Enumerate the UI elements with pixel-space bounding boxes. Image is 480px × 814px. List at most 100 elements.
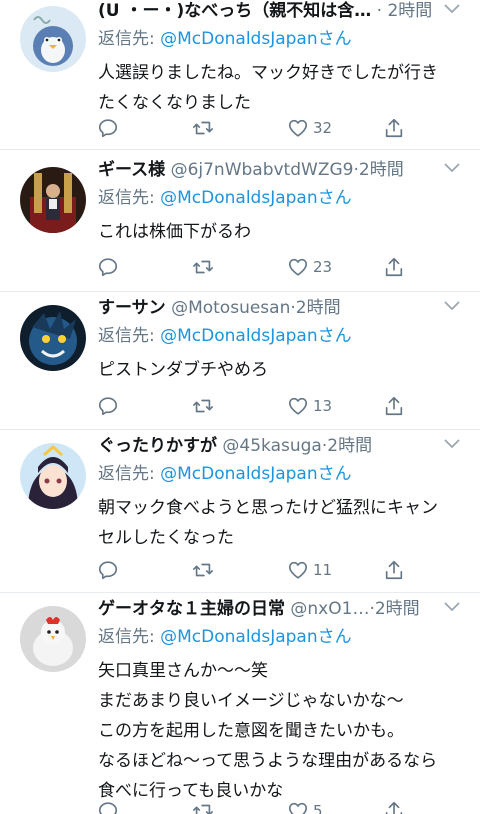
display-name[interactable]: (U ・ー・)なべっち（親不知は含… [98, 1, 371, 21]
tweet-header: (U ・ー・)なべっち（親不知は含… · 2時間 [98, 0, 470, 24]
reply-context: 返信先: @McDonaldsJapanさん [98, 624, 352, 650]
like-button[interactable]: 13 [287, 393, 332, 419]
reply-prefix: 返信先: [98, 627, 161, 647]
reply-to-link[interactable]: @McDonaldsJapanさん [160, 29, 351, 49]
retweet-button[interactable] [192, 115, 214, 141]
reply-to-link[interactable]: @McDonaldsJapanさん [160, 188, 351, 208]
reply-to-link[interactable]: @McDonaldsJapanさん [160, 326, 351, 346]
reply-prefix: 返信先: [98, 326, 161, 346]
reply-icon [97, 395, 119, 417]
share-button[interactable] [383, 393, 405, 419]
reply-context: 返信先: @McDonaldsJapanさん [98, 323, 352, 349]
like-icon [287, 559, 309, 581]
chevron-down-icon[interactable] [444, 602, 460, 614]
tweet[interactable]: ぐったりかすが @45kasuga·2時間 返信先: @McDonaldsJap… [0, 431, 480, 593]
tweet-text-line: 朝マック食べようと思ったけど猛烈にキャン [98, 498, 438, 518]
display-name[interactable]: すーサン [98, 298, 166, 318]
separator-dot: · [376, 1, 383, 21]
reply-button[interactable] [97, 557, 119, 583]
retweet-button[interactable] [192, 557, 214, 583]
display-name[interactable]: ギース様 [98, 160, 165, 180]
reply-to-link[interactable]: @McDonaldsJapanさん [160, 464, 351, 484]
timestamp[interactable]: 2時間 [359, 160, 404, 180]
chevron-down-icon[interactable] [444, 4, 460, 16]
reply-context: 返信先: @McDonaldsJapanさん [98, 461, 352, 487]
reply-button[interactable] [97, 798, 119, 814]
tweet[interactable]: (U ・ー・)なべっち（親不知は含… · 2時間 返信先: @McDonalds… [0, 0, 480, 150]
retweet-icon [192, 256, 214, 278]
timestamp[interactable]: 2時間 [375, 599, 420, 619]
reply-context: 返信先: @McDonaldsJapanさん [98, 26, 352, 52]
like-count: 5 [313, 802, 323, 814]
like-icon [287, 800, 309, 814]
tweet-header: ゲーオタな１主婦の日常 @nxO1…·2時間 [98, 596, 470, 622]
user-handle[interactable]: @Motosuesan [171, 298, 290, 318]
tweet-text-line: 人選誤りましたね。マック好きでしたが行き [98, 63, 438, 83]
tweet-text-line: セルしたくなった [98, 528, 234, 548]
reply-icon [97, 800, 119, 814]
reply-button[interactable] [97, 393, 119, 419]
avatar[interactable] [20, 6, 86, 72]
timestamp[interactable]: 2時間 [327, 436, 372, 456]
user-handle[interactable]: @6j7nWbabvtdWZG9 [171, 160, 354, 180]
tweet[interactable]: ギース様 @6j7nWbabvtdWZG9·2時間 返信先: @McDonald… [0, 155, 480, 292]
user-handle[interactable]: @nxO1… [290, 599, 369, 619]
avatar[interactable] [20, 167, 86, 233]
share-button[interactable] [383, 557, 405, 583]
share-button[interactable] [383, 115, 405, 141]
like-button[interactable]: 32 [287, 115, 332, 141]
tweet-text-line: たくなくなりました [98, 93, 251, 113]
timestamp[interactable]: 2時間 [387, 1, 432, 21]
like-button[interactable]: 5 [287, 798, 323, 814]
chevron-down-icon[interactable] [444, 163, 460, 175]
like-button[interactable]: 11 [287, 557, 332, 583]
retweet-button[interactable] [192, 393, 214, 419]
retweet-button[interactable] [192, 798, 214, 814]
tweet-text: 矢口真里さんか〜〜笑 まだあまり良いイメージじゃないかな〜 この方を起用した意図… [98, 656, 460, 806]
tweet-actions: 13 [97, 393, 417, 419]
chevron-down-icon[interactable] [444, 301, 460, 313]
avatar[interactable] [20, 606, 86, 672]
like-button[interactable]: 23 [287, 254, 332, 280]
like-count: 23 [313, 258, 333, 276]
tweet-header: すーサン @Motosuesan·2時間 [98, 295, 470, 321]
tweet-text-line: 矢口真里さんか〜〜笑 [98, 661, 268, 681]
reply-to-link[interactable]: @McDonaldsJapanさん [160, 627, 351, 647]
reply-context: 返信先: @McDonaldsJapanさん [98, 185, 352, 211]
tweet-header: ぐったりかすが @45kasuga·2時間 [98, 433, 470, 459]
retweet-button[interactable] [192, 254, 214, 280]
reply-icon [97, 559, 119, 581]
tweet[interactable]: ゲーオタな１主婦の日常 @nxO1…·2時間 返信先: @McDonaldsJa… [0, 594, 480, 814]
share-icon [383, 559, 405, 581]
tweet-actions: 32 [97, 115, 417, 141]
reply-button[interactable] [97, 254, 119, 280]
reply-button[interactable] [97, 115, 119, 141]
timestamp[interactable]: 2時間 [296, 298, 341, 318]
reply-prefix: 返信先: [98, 464, 161, 484]
share-icon [383, 256, 405, 278]
display-name[interactable]: ぐったりかすが [98, 436, 217, 456]
avatar[interactable] [20, 305, 86, 371]
display-name[interactable]: ゲーオタな１主婦の日常 [98, 599, 285, 619]
reply-prefix: 返信先: [98, 29, 161, 49]
user-handle[interactable]: @45kasuga [222, 436, 321, 456]
share-icon [383, 395, 405, 417]
tweet-text: 朝マック食べようと思ったけど猛烈にキャン セルしたくなった [98, 493, 460, 553]
chevron-down-icon[interactable] [444, 439, 460, 451]
reply-icon [97, 256, 119, 278]
tweet-actions: 5 [97, 798, 417, 814]
tweet[interactable]: すーサン @Motosuesan·2時間 返信先: @McDonaldsJapa… [0, 293, 480, 430]
retweet-icon [192, 559, 214, 581]
share-button[interactable] [383, 798, 405, 814]
tweet-text: これは株価下がるわ [98, 217, 460, 247]
reply-prefix: 返信先: [98, 188, 161, 208]
tweet-text-line: なるほどね〜って思うような理由があるなら [98, 751, 438, 771]
like-count: 13 [313, 397, 333, 415]
share-button[interactable] [383, 254, 405, 280]
tweet-text: ピストンダブチやめろ [98, 355, 460, 385]
tweet-text-line: これは株価下がるわ [98, 222, 251, 242]
tweet-actions: 23 [97, 254, 417, 280]
like-icon [287, 117, 309, 139]
avatar[interactable] [20, 443, 86, 509]
tweet-text: 人選誤りましたね。マック好きでしたが行き たくなくなりました [98, 58, 460, 118]
